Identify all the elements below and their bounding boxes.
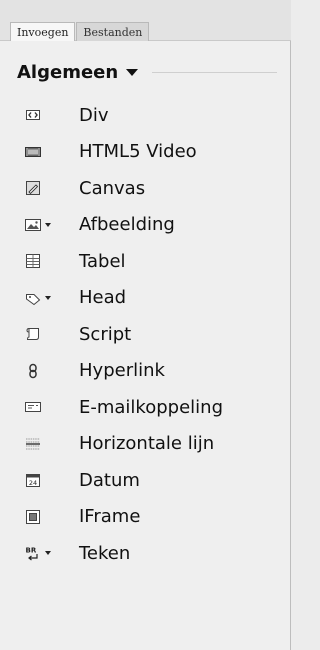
item-div[interactable]: Div (0, 97, 291, 134)
script-icon (25, 326, 41, 342)
insert-panel: Invoegen Bestanden Algemeen Div HTML5 Vi… (0, 0, 291, 650)
item-label: Hyperlink (79, 360, 165, 382)
table-icon (25, 253, 41, 269)
item-label: Canvas (79, 177, 146, 199)
item-tabel[interactable]: Tabel (0, 243, 291, 280)
item-label: HTML5 Video (79, 141, 197, 163)
item-email-link[interactable]: E-mailkoppeling (0, 389, 291, 426)
caret-down-icon (126, 68, 139, 76)
date-icon-text: 24 (29, 479, 37, 487)
item-script[interactable]: Script (0, 316, 291, 353)
date-icon: 24 (25, 472, 41, 488)
item-teken[interactable]: BR Teken (0, 535, 291, 572)
item-hyperlink[interactable]: Hyperlink (0, 353, 291, 390)
tag-icon (25, 290, 41, 306)
character-icon: BR (25, 545, 41, 561)
item-horizontal-rule[interactable]: Horizontale lijn (0, 426, 291, 463)
item-label: Teken (79, 542, 131, 564)
item-label: Tabel (79, 250, 126, 272)
item-label: E-mailkoppeling (79, 396, 223, 418)
horizontal-rule-icon (25, 436, 41, 452)
item-canvas[interactable]: Canvas (0, 170, 291, 207)
dropdown-arrow-icon[interactable] (45, 295, 51, 300)
tab-bar: Invoegen Bestanden (0, 0, 291, 41)
item-label: IFrame (79, 506, 141, 528)
tabs: Invoegen Bestanden (10, 22, 150, 41)
div-icon (25, 107, 41, 123)
item-label: Afbeelding (79, 214, 175, 236)
item-label: Datum (79, 469, 140, 491)
tab-invoegen[interactable]: Invoegen (10, 22, 76, 41)
item-head[interactable]: Head (0, 280, 291, 317)
dropdown-arrow-icon[interactable] (45, 551, 51, 556)
item-afbeelding[interactable]: Afbeelding (0, 207, 291, 244)
category-dropdown[interactable]: Algemeen (17, 57, 277, 87)
category-divider (152, 71, 277, 73)
insert-item-list: Div HTML5 Video Canvas Afbeelding Tabel … (0, 97, 291, 572)
item-iframe[interactable]: IFrame (0, 499, 291, 536)
dropdown-arrow-icon[interactable] (45, 222, 51, 227)
canvas-icon (25, 180, 41, 196)
iframe-icon (25, 509, 41, 525)
item-label: Script (79, 323, 132, 345)
tab-bestanden[interactable]: Bestanden (76, 22, 150, 41)
email-icon (25, 399, 41, 415)
item-html5-video[interactable]: HTML5 Video (0, 134, 291, 171)
item-label: Div (79, 104, 109, 126)
image-icon (25, 217, 41, 233)
item-datum[interactable]: 24 Datum (0, 462, 291, 499)
category-label: Algemeen (17, 61, 119, 83)
item-label: Horizontale lijn (79, 433, 215, 455)
video-icon (25, 144, 41, 160)
item-label: Head (79, 287, 127, 309)
hyperlink-icon (25, 363, 41, 379)
character-icon-text: BR (26, 547, 37, 555)
